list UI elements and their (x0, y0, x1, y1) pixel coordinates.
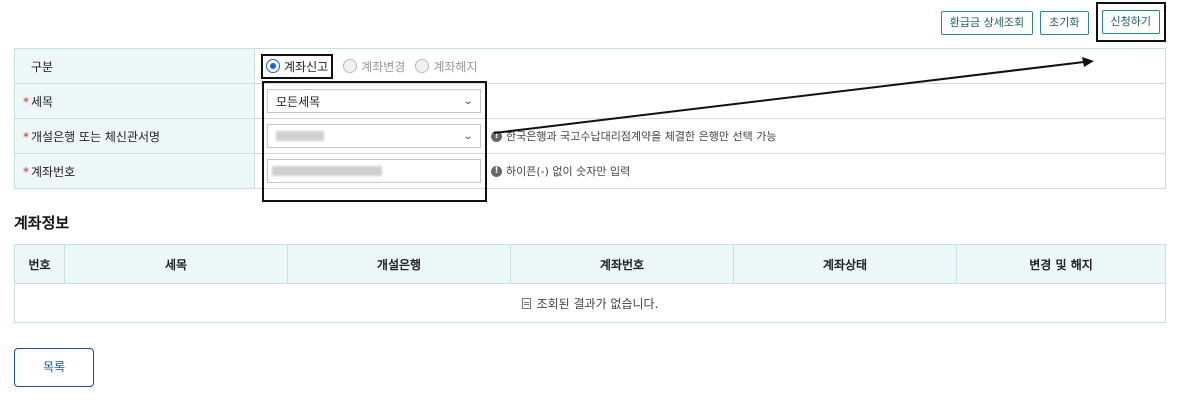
column-header: 개설은행 (287, 244, 511, 284)
chevron-down-icon: ⌄ (462, 130, 474, 142)
bank-hint: ! 한국은행과 국고수납대리점계약을 체결한 은행만 선택 가능 (491, 128, 776, 144)
account-hint: ! 하이픈(-) 없이 숫자만 입력 (491, 163, 630, 179)
bank-hint-text: 한국은행과 국고수납대리점계약을 체결한 은행만 선택 가능 (506, 130, 777, 143)
table-row: 조회된 결과가 없습니다. (14, 283, 1166, 323)
redacted-bank-value (276, 131, 324, 141)
bank-label: 개설은행 또는 체신관서명 (31, 129, 161, 144)
required-mark: * (23, 164, 29, 179)
account-hint-text: 하이픈(-) 없이 숫자만 입력 (506, 165, 631, 178)
radio-account-cancel[interactable]: 계좌해지 (415, 58, 478, 75)
bank-label-cell: * 개설은행 또는 체신관서명 (14, 118, 255, 154)
type-label: 구분 (31, 59, 54, 74)
radio-account-register[interactable]: 계좌신고 (261, 53, 334, 79)
radio-checked-icon (266, 59, 280, 73)
account-number-input[interactable] (267, 159, 481, 183)
type-radio-group: 계좌신고 계좌변경 계좌해지 (261, 53, 1165, 79)
reset-button[interactable]: 초기화 (1040, 11, 1089, 35)
tax-select-value: 모든세목 (276, 94, 321, 109)
form-row-tax: * 세목 모든세목 ⌄ (14, 83, 1166, 119)
form-row-type: 구분 계좌신고 계좌변경 계좌해지 (14, 48, 1166, 84)
tax-value-cell: 모든세목 ⌄ (254, 83, 1166, 119)
tax-select[interactable]: 모든세목 ⌄ (267, 89, 481, 113)
column-header: 세목 (64, 244, 288, 284)
account-form: 구분 계좌신고 계좌변경 계좌해지 * 세목 모든세목 ⌄ * 개설은행 또는 … (14, 48, 1166, 189)
column-header: 번호 (14, 244, 65, 284)
tax-label: 세목 (31, 94, 54, 109)
info-icon: ! (491, 165, 502, 177)
radio-label: 계좌해지 (433, 59, 478, 74)
table-header-row: 번호 세목 개설은행 계좌번호 계좌상태 변경 및 해지 (14, 244, 1166, 284)
type-value-cell: 계좌신고 계좌변경 계좌해지 (254, 48, 1166, 84)
refund-detail-button[interactable]: 환급금 상세조회 (940, 11, 1034, 35)
bank-value-cell: ⌄ ! 한국은행과 국고수납대리점계약을 체결한 은행만 선택 가능 (254, 118, 1166, 154)
radio-label: 계좌신고 (284, 59, 329, 74)
column-header: 변경 및 해지 (956, 244, 1166, 284)
column-header: 계좌상태 (733, 244, 957, 284)
list-button[interactable]: 목록 (14, 348, 94, 387)
account-info-table: 번호 세목 개설은행 계좌번호 계좌상태 변경 및 해지 조회된 결과가 없습니… (14, 244, 1166, 323)
apply-highlight-box: 신청하기 (1095, 2, 1166, 42)
radio-label: 계좌변경 (361, 59, 406, 74)
radio-account-change[interactable]: 계좌변경 (343, 58, 405, 75)
redacted-account-value (272, 166, 382, 176)
info-icon: ! (491, 130, 502, 142)
required-mark: * (23, 94, 29, 109)
account-label-cell: * 계좌번호 (14, 153, 255, 189)
form-row-account: * 계좌번호 ! 하이픈(-) 없이 숫자만 입력 (14, 153, 1166, 189)
section-title: 계좌정보 (14, 214, 70, 232)
radio-unchecked-icon (343, 59, 358, 73)
required-mark: * (23, 129, 29, 144)
type-label-cell: 구분 (14, 48, 255, 84)
account-label: 계좌번호 (31, 164, 76, 179)
document-icon (521, 297, 531, 309)
toolbar: 환급금 상세조회 초기화 신청하기 (940, 2, 1166, 51)
form-row-bank: * 개설은행 또는 체신관서명 ⌄ ! 한국은행과 국고수납대리점계약을 체결한 … (14, 118, 1166, 154)
chevron-down-icon: ⌄ (462, 95, 474, 107)
radio-unchecked-icon (415, 59, 430, 73)
bank-select[interactable]: ⌄ (267, 124, 481, 148)
account-value-cell: ! 하이픈(-) 없이 숫자만 입력 (254, 153, 1166, 189)
tax-label-cell: * 세목 (14, 83, 255, 119)
apply-button[interactable]: 신청하기 (1101, 10, 1160, 34)
column-header: 계좌번호 (510, 244, 734, 284)
empty-row-cell: 조회된 결과가 없습니다. (14, 283, 1166, 323)
empty-message: 조회된 결과가 없습니다. (536, 296, 659, 311)
